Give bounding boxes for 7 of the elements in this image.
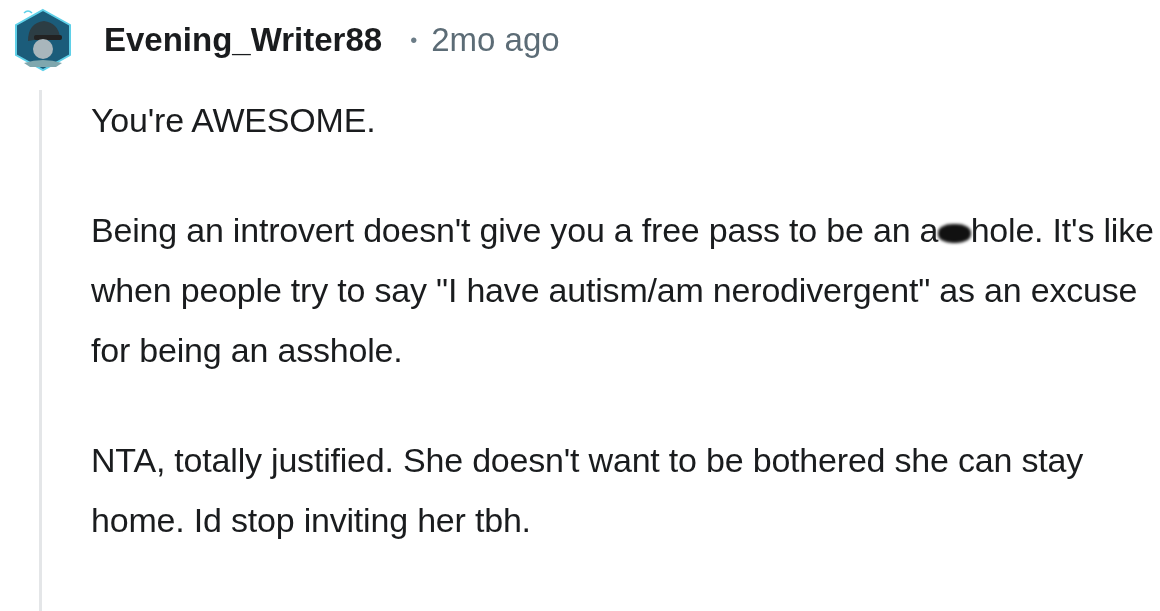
censor-mark xyxy=(938,224,971,243)
timestamp: 2mo ago xyxy=(431,21,560,59)
comment-paragraph: You're AWESOME. xyxy=(91,100,377,141)
comment-paragraph: Being an introvert doesn't give you a free pass to be an a hole. It's like when people try to say "I have autism/am nerodivergent" as an excuse for being an asshole. xyxy=(91,210,1155,371)
separator-dot: • xyxy=(410,28,418,52)
username[interactable]: Evening_Writer88 xyxy=(104,21,383,59)
comment-paragraph: NTA, totally justified. She doesn't want to be bothered she can stay home. Id stop inviting her tbh. xyxy=(91,440,1085,541)
